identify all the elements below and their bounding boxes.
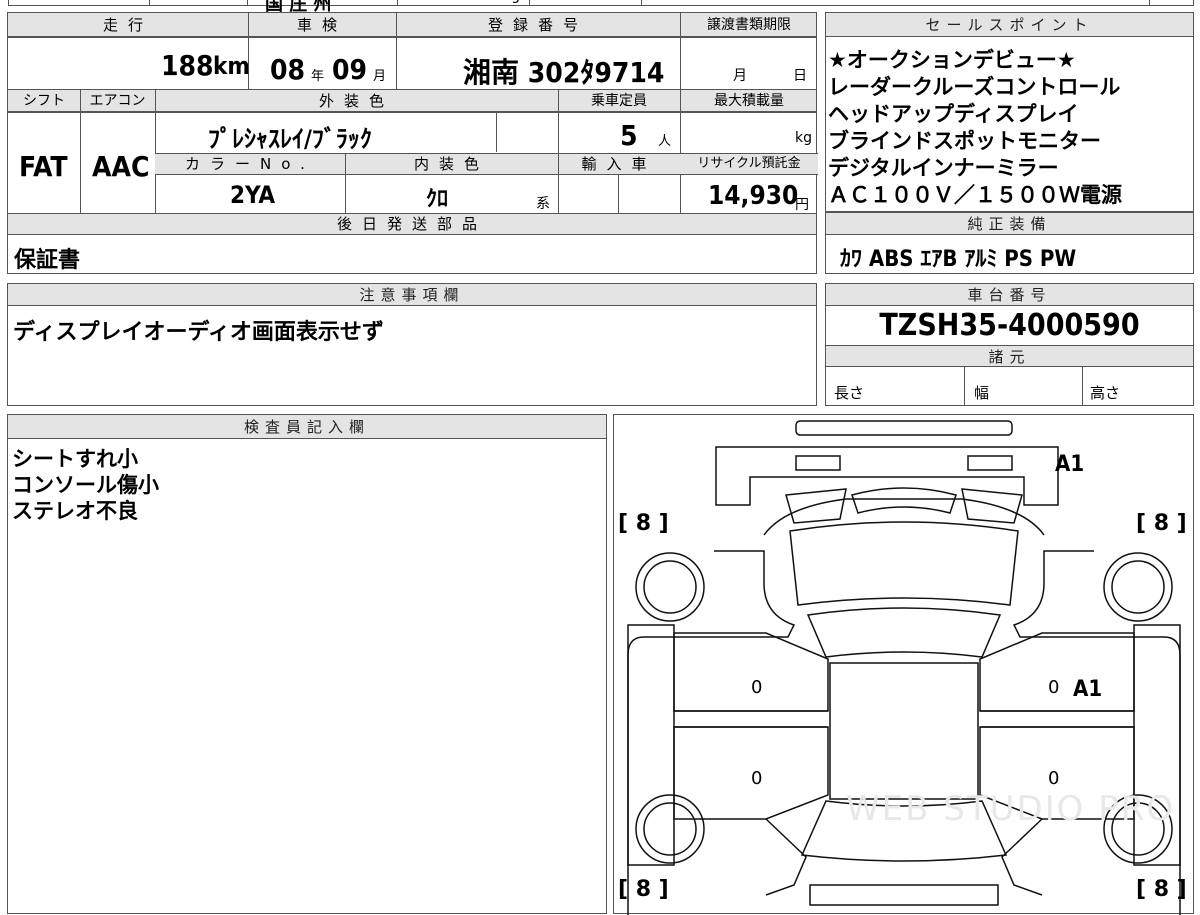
inspector-panel: 検査員記入欄 シートすれ小 コンソール傷小 ステレオ不良 [7,414,607,914]
sales-points-label: セールスポイント [826,13,1193,37]
inspection-month: 09 [332,53,368,86]
sales-points-line: ブラインドスポットモニター [828,129,1101,153]
load-label: 最大積載量 [714,93,784,109]
door-mark-right-rear: 0 [1048,768,1060,789]
capacity-label: 乗車定員 [591,93,647,109]
recycle-unit: 円 [795,197,809,213]
inspection-year: 08 [270,53,306,86]
exterior-value: ﾌﾟﾚｼｬｽﾚｲ/ﾌﾞﾗｯｸ [208,125,372,153]
main-vehicle-table: 走行 車検 登録番号 譲渡書類期限 188 km 08 年 09 月 湘南 30… [7,12,818,274]
genuine-equipment-value: ｶﾜ ABS ｴｱB ｱﾙﾐ PS PW [840,247,1077,272]
notes-value: ディスプレイオーディオ画面表示せず [13,320,384,345]
shift-value: FAT [19,150,68,183]
top-cropped-strip [8,0,1194,6]
color-no-label: カラーNo. [185,155,315,173]
inspection-month-unit: 月 [373,69,387,84]
car-outline [627,420,1181,915]
mileage-label: 走行 [102,16,153,34]
plate-label: 登録番号 [487,16,588,34]
tire-tread-front-right: [ 8 ] [1136,511,1187,536]
import-label: 輸入車 [581,155,657,173]
color-no-value: 2YA [230,181,276,209]
genuine-equipment-label: 純正装備 [826,213,1193,235]
door-mark-left-rear: 0 [751,768,763,789]
shift-label: シフト [23,93,65,109]
recycle-label: リサイクル預託金 [697,156,801,171]
exterior-label: 外装色 [318,92,394,110]
door-mark-left-front: 0 [751,677,763,698]
interior-suffix: 系 [536,196,550,212]
load-unit: kg [795,130,812,146]
notes-label: 注意事項欄 [8,284,816,306]
watermark: WEB STUDIO PRO [846,789,1176,829]
mileage-unit: km [213,52,250,80]
tire-tread-front-left: [ 8 ] [618,511,669,536]
recycle-value: 14,930 [708,181,799,211]
sales-points-line: ヘッドアップディスプレイ [828,102,1079,126]
door-mark-right-front: 0 [1048,677,1060,698]
transfer-day-unit: 日 [793,68,807,84]
sales-points-line: ★オークションデビュー★ [828,48,1076,72]
sales-points-line: ＡＣ１００Ｖ／１５００Ｗ電源 [828,183,1122,207]
spec-width-label: 幅 [974,384,990,402]
tire-tread-rear-left: [ 8 ] [618,877,669,902]
chassis-label: 車台番号 [826,284,1193,306]
sales-points-panel: セールスポイント ★オークションデビュー★ レーダークルーズコントロール ヘッド… [825,12,1194,212]
spec-height-label: 高さ [1090,384,1121,402]
top-fragment-b: ɔ [512,0,520,7]
ac-value: AAC [92,150,150,183]
sales-points-line: デジタルインナーミラー [828,156,1059,180]
capacity-unit: 人 [658,134,672,149]
capacity-value: 5 [620,119,638,152]
damage-mark-right-door: A1 [1073,677,1103,702]
plate-value: 湘南 302ﾀ9714 [463,56,665,89]
inspector-line: ステレオ不良 [12,499,138,523]
damage-mark-front: A1 [1055,452,1085,477]
mileage-value: 188 [161,49,214,82]
genuine-equipment-panel: 純正装備 ｶﾜ ABS ｴｱB ｱﾙﾐ PS PW [825,212,1194,274]
inspection-year-unit: 年 [311,69,325,84]
transfer-month-unit: 月 [733,68,747,84]
chassis-number: TZSH35-4000590 [879,308,1140,343]
specs-label: 諸元 [826,345,1193,367]
interior-value: ｸﾛ [426,187,449,212]
tire-tread-rear-right: [ 8 ] [1136,877,1187,902]
spec-length-label: 長さ [834,384,865,402]
inspection-label: 車検 [296,16,347,34]
inspector-label: 検査員記入欄 [8,415,606,439]
later-parts-label: 後日発送部品 [336,215,487,233]
ac-label: エアコン [89,93,146,109]
car-damage-diagram: [ 8 ] [ 8 ] [ 8 ] [ 8 ] A1 A1 0 0 0 0 WE… [613,414,1194,915]
interior-label: 内装色 [413,155,489,173]
chassis-panel: 車台番号 TZSH35-4000590 諸元 長さ 幅 高さ [825,283,1194,406]
later-parts-value: 保証書 [14,248,81,273]
notes-panel: 注意事項欄 ディスプレイオーディオ画面表示せず [7,283,817,406]
sales-points-line: レーダークルーズコントロール [828,75,1121,99]
transfer-label: 譲渡書類期限 [707,17,791,33]
